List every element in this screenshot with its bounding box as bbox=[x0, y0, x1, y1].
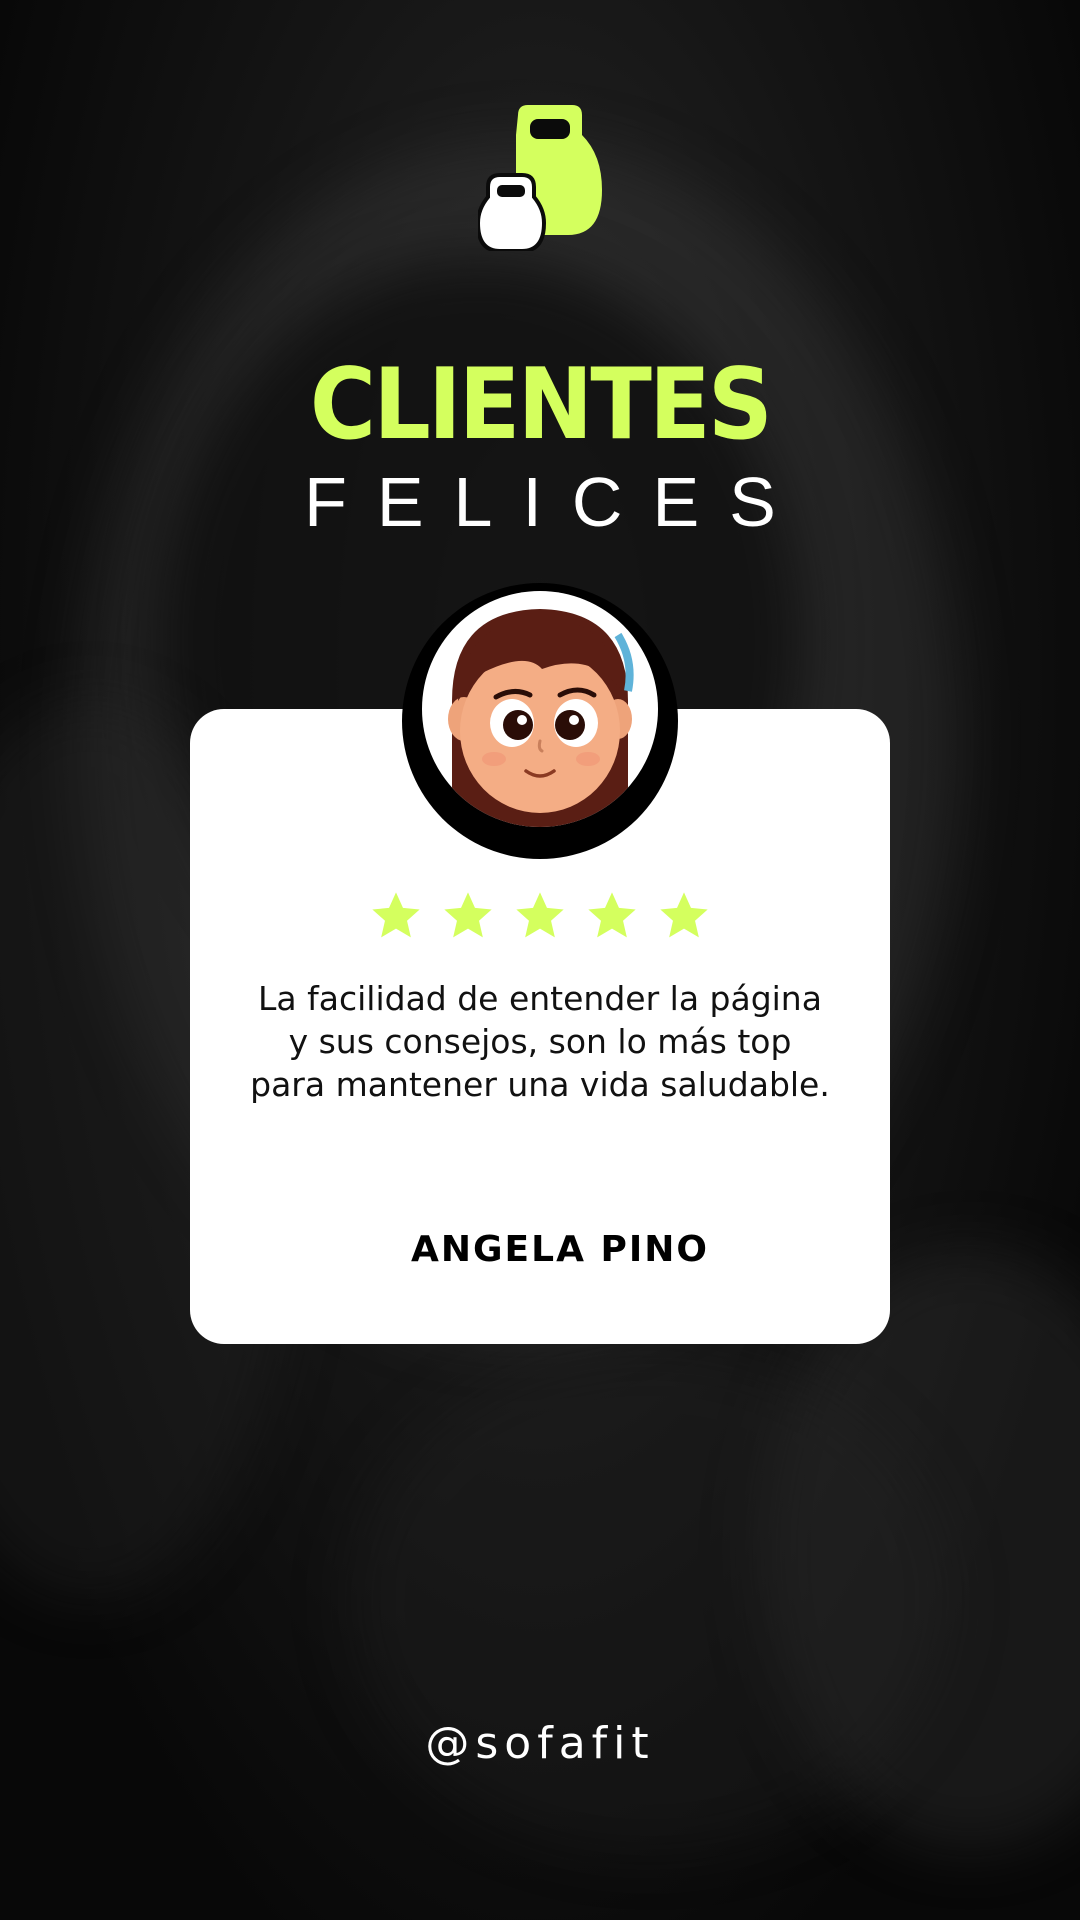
star-icon bbox=[444, 892, 492, 938]
social-handle[interactable]: @sofafit bbox=[0, 1718, 1080, 1769]
testimonial-quote: La facilidad de entender la página y sus… bbox=[250, 979, 830, 1104]
kettlebell-icon bbox=[478, 105, 602, 251]
woman-avatar-icon bbox=[448, 609, 634, 827]
star-icon bbox=[516, 892, 564, 938]
star-icon bbox=[588, 892, 636, 938]
star-rating bbox=[190, 889, 890, 943]
testimonial-author: ANGELA PINO bbox=[411, 1229, 709, 1270]
title-clientes: CLIENTES bbox=[309, 348, 773, 462]
title-felices: FELICES bbox=[304, 463, 806, 541]
avatar bbox=[402, 583, 678, 859]
star-icon bbox=[372, 892, 420, 938]
star-icon bbox=[660, 892, 708, 938]
